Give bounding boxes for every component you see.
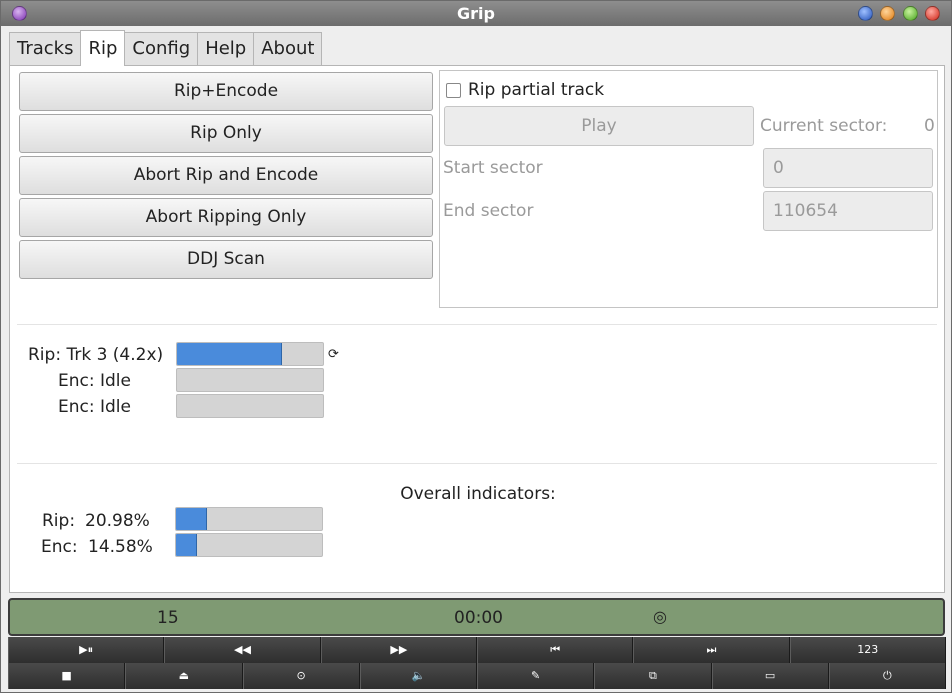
fast-forward-button[interactable]: ▶▶ <box>320 637 477 663</box>
title-bar: Grip <box>1 1 951 26</box>
edit-button[interactable]: ✎ <box>477 663 595 689</box>
overall-enc-value: 14.58% <box>88 537 153 557</box>
tab-tracks[interactable]: Tracks <box>9 32 82 66</box>
overall-rip-progress-bar <box>175 507 323 531</box>
overall-enc-progress-bar <box>175 533 323 557</box>
current-sector-label: Current sector: <box>760 116 888 136</box>
prev-track-button[interactable]: ⏮ <box>476 637 634 663</box>
separator <box>17 324 937 325</box>
play-button[interactable]: Play <box>444 106 754 146</box>
next-track-button[interactable]: ⏭ <box>633 637 790 663</box>
cd-icon: ◎ <box>653 607 667 626</box>
track-number-button[interactable]: 123 <box>789 637 946 663</box>
end-sector-input[interactable]: 110654 <box>763 191 933 231</box>
overall-indicators-title: Overall indicators: <box>400 484 556 504</box>
minimize-window-icon[interactable] <box>880 6 895 21</box>
rip-partial-track-option[interactable]: Rip partial track <box>446 80 604 100</box>
close-window-icon[interactable] <box>925 6 940 21</box>
disc-controls-row: ■ ⏏ ⊙ 🔈 ✎ ⧉ ▭ ⏻ <box>8 663 946 689</box>
eject-button[interactable]: ⏏ <box>125 663 243 689</box>
fast-forward-icon: ▶▶ <box>390 643 408 656</box>
next-track-icon: ⏭ <box>706 643 717 656</box>
enc2-status-label: Enc: Idle <box>58 397 131 417</box>
prev-track-icon: ⏮ <box>550 643 561 656</box>
rip-status-label: Rip: Trk 3 (4.2x) <box>28 345 164 365</box>
volume-button[interactable]: 🔈 <box>359 663 477 689</box>
cd-select-icon: ⊙ <box>296 669 306 682</box>
lcd-display[interactable]: 15 00:00 ◎ <box>8 598 945 636</box>
overall-rip-progress-fill <box>176 508 207 530</box>
tab-rip[interactable]: Rip <box>80 30 126 66</box>
ddj-scan-button[interactable]: DDJ Scan <box>19 240 433 279</box>
cd-select-button[interactable]: ⊙ <box>242 663 360 689</box>
rip-partial-track-label: Rip partial track <box>468 80 605 100</box>
window-title: Grip <box>457 4 495 23</box>
power-button[interactable]: ⏻ <box>828 663 946 689</box>
partial-track-frame: Rip partial track Play Current sector: 0… <box>439 70 938 308</box>
tab-help[interactable]: Help <box>197 32 255 66</box>
maximize-window-icon[interactable] <box>903 6 918 21</box>
abort-rip-encode-button[interactable]: Abort Rip and Encode <box>19 156 433 195</box>
shuffle-button[interactable]: ⧉ <box>594 663 712 689</box>
stop-icon: ■ <box>61 669 72 682</box>
minimize-button[interactable]: ▭ <box>711 663 829 689</box>
overall-enc-progress-fill <box>176 534 198 556</box>
lcd-time: 00:00 <box>454 608 503 628</box>
overall-rip-value: 20.98% <box>85 511 150 531</box>
edit-icon: ✎ <box>531 669 541 682</box>
power-icon: ⏻ <box>883 669 892 682</box>
volume-icon: 🔈 <box>411 669 426 682</box>
tab-config[interactable]: Config <box>124 32 199 66</box>
rewind-icon: ◀◀ <box>234 643 251 656</box>
tab-about[interactable]: About <box>253 32 323 66</box>
grip-window: Grip Tracks Rip Config Help About Rip+En… <box>0 0 952 693</box>
start-sector-label: Start sector <box>443 158 543 178</box>
enc1-status-label: Enc: Idle <box>58 371 131 391</box>
minimize-icon: ▭ <box>764 669 776 682</box>
rip-partial-track-checkbox[interactable] <box>446 82 461 98</box>
tab-bar: Tracks Rip Config Help About <box>9 30 323 66</box>
play-pause-button[interactable]: ▶⏸ <box>8 637 165 663</box>
abort-ripping-only-button[interactable]: Abort Ripping Only <box>19 198 433 237</box>
rip-progress-fill <box>177 343 283 365</box>
rip-panel: Rip+Encode Rip Only Abort Rip and Encode… <box>9 65 945 593</box>
shuffle-icon: ⧉ <box>648 669 657 682</box>
current-sector-value: 0 <box>924 116 935 136</box>
separator <box>17 463 937 464</box>
rewind-button[interactable]: ◀◀ <box>164 637 321 663</box>
overall-rip-label: Rip: <box>42 511 76 531</box>
rip-encode-button[interactable]: Rip+Encode <box>19 72 433 111</box>
start-sector-input[interactable]: 0 <box>763 148 933 188</box>
rip-only-button[interactable]: Rip Only <box>19 114 433 153</box>
track-number-icon: 123 <box>857 643 879 656</box>
overall-enc-label: Enc: <box>41 537 78 557</box>
shade-window-icon[interactable] <box>858 6 873 21</box>
ripping-spinner-icon: ⟳ <box>328 347 339 362</box>
transport-controls-row: ▶⏸ ◀◀ ▶▶ ⏮ ⏭ 123 <box>8 637 946 663</box>
rip-progress-bar <box>176 342 324 366</box>
enc2-progress-bar <box>176 394 324 418</box>
enc1-progress-bar <box>176 368 324 392</box>
stop-button[interactable]: ■ <box>8 663 126 689</box>
window-menu-icon[interactable] <box>12 6 27 21</box>
eject-icon: ⏏ <box>178 669 190 682</box>
end-sector-label: End sector <box>443 201 534 221</box>
lcd-track-number: 15 <box>157 608 179 628</box>
play-pause-icon: ▶⏸ <box>79 643 94 656</box>
